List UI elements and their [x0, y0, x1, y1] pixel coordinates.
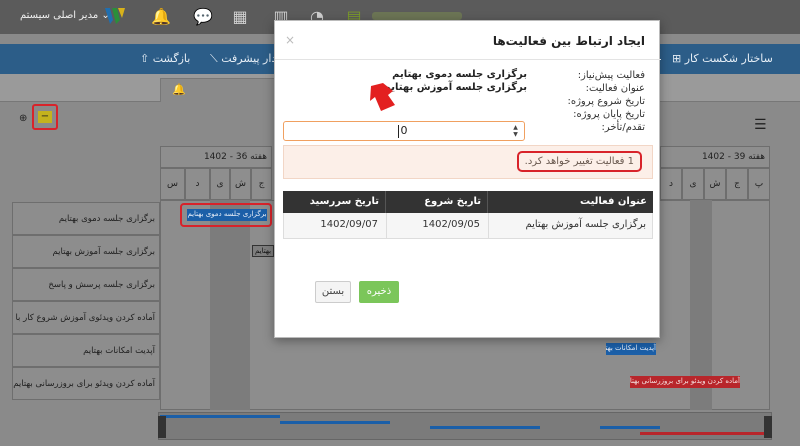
close-icon[interactable]: ×	[285, 33, 295, 47]
day-header: پ	[748, 168, 770, 200]
close-button[interactable]: بستن	[315, 281, 351, 303]
logo-icon[interactable]	[104, 6, 126, 26]
dialog-title: ایجاد ارتباط بین فعالیت‌ها	[492, 34, 645, 48]
navigator-bar	[430, 426, 540, 429]
hierarchy-icon: ⊞	[672, 52, 682, 65]
row-label[interactable]: برگزاری جلسه دموی بهتایم	[12, 202, 160, 235]
day-header: س	[160, 168, 185, 200]
gantt-bar-training[interactable]: بهتایم	[252, 245, 274, 257]
calendar-icon[interactable]: ▦	[229, 6, 251, 28]
notification-icon[interactable]: 🔔	[172, 83, 186, 96]
user-name: مدیر اصلی سیستم	[20, 10, 99, 21]
col-due: تاریخ سررسید	[309, 196, 379, 207]
number-stepper[interactable]: ▲ ▼	[511, 124, 520, 138]
app-window: ⌄ مدیر اصلی سیستم 🔔 💬 ▦ ▥ ◔ ▤ بازگشت ⇧ ن…	[0, 0, 800, 446]
activity-label: عنوان فعالیت:	[585, 83, 645, 94]
lag-label: تقدم/تأخر:	[601, 122, 645, 133]
gantt-bar-update[interactable]: آپدیت امکانات بهتایم	[606, 343, 656, 355]
day-header: ج	[251, 168, 272, 200]
column-divider	[487, 191, 488, 213]
start-date-label: تاریخ شروع پروژه:	[567, 96, 645, 107]
column-divider	[385, 191, 386, 213]
user-menu[interactable]: ⌄ مدیر اصلی سیستم	[20, 10, 110, 21]
navigator-handle-left[interactable]	[158, 416, 166, 438]
col-title: عنوان فعالیت	[580, 196, 647, 207]
divider	[275, 59, 661, 60]
navigator-handle-right[interactable]	[764, 416, 772, 438]
day-header: ش	[230, 168, 251, 200]
end-date-label: تاریخ پایان پروژه:	[573, 109, 645, 120]
navigator-bar	[640, 432, 766, 435]
table-row: برگزاری جلسه آموزش بهتایم 1402/09/05 140…	[283, 213, 653, 239]
menu-icon[interactable]: ☰	[754, 117, 767, 133]
column-divider	[386, 213, 387, 238]
gantt-bar-demo[interactable]: برگزاری جلسه دموی بهتایم	[187, 209, 267, 221]
cell-start: 1402/09/05	[422, 219, 480, 230]
minus-icon: −	[38, 111, 52, 123]
row-label[interactable]: آماده کردن ویدئو برای بروزرسانی بهتایم	[12, 367, 160, 400]
day-header: ی	[682, 168, 704, 200]
save-button[interactable]: ذخیره	[359, 281, 399, 303]
chat-icon[interactable]: 💬	[192, 6, 214, 28]
create-link-dialog: ایجاد ارتباط بین فعالیت‌ها × فعالیت پیش‌…	[274, 20, 661, 338]
line-chart-icon: ⟋	[210, 52, 218, 65]
change-warning-text: 1 فعالیت تغییر خواهد کرد.	[516, 151, 642, 172]
weekend-column	[210, 200, 250, 410]
cell-title: برگزاری جلسه آموزش بهتایم	[525, 219, 646, 230]
navigator-bar	[160, 415, 280, 418]
predecessor-value: برگزاری جلسه دموی بهتایم	[392, 69, 527, 80]
gantt-bar-video[interactable]: آماده کردن ویدئو برای بروزرسانی بهتایم	[630, 376, 740, 388]
back-link[interactable]: بازگشت ⇧	[140, 52, 190, 65]
header-hint-text	[372, 12, 462, 20]
nav-wbs-label: ساختار شکست کار	[684, 52, 773, 65]
row-label[interactable]: آپدیت امکانات بهتایم	[12, 334, 160, 367]
day-header: ج	[726, 168, 748, 200]
day-header: ی	[210, 168, 230, 200]
cell-due: 1402/09/07	[320, 219, 378, 230]
column-divider	[488, 213, 489, 238]
week-header-left: هفته 36 - 1402	[160, 146, 272, 168]
bell-icon[interactable]: 🔔	[150, 6, 172, 28]
stepper-down-icon[interactable]: ▼	[511, 131, 520, 138]
row-label[interactable]: برگزاری جلسه آموزش بهتایم	[12, 235, 160, 268]
row-label[interactable]: آماده کردن ویدئوی آموزش شروع کار با بهتا…	[12, 301, 160, 334]
row-label[interactable]: برگزاری جلسه پرسش و پاسخ	[12, 268, 160, 301]
upload-icon: ⇧	[140, 52, 150, 65]
week-header-right: هفته 39 - 1402	[660, 146, 770, 168]
arrow-pointer-icon	[370, 83, 395, 111]
affected-table-header: عنوان فعالیت تاریخ شروع تاریخ سررسید	[283, 191, 653, 213]
navigator-bar	[600, 426, 660, 429]
wbs-link[interactable]: ساختار شکست کار ⊞	[672, 52, 773, 65]
zoom-out-button[interactable]: −	[32, 104, 58, 130]
activity-value: برگزاری جلسه آموزش بهتایم	[383, 82, 527, 93]
lag-input[interactable]: 0 ▲ ▼	[283, 121, 525, 141]
change-warning: 1 فعالیت تغییر خواهد کرد.	[283, 145, 653, 179]
day-header: د	[660, 168, 682, 200]
nav-back-label: بازگشت	[152, 52, 191, 65]
zoom-in-icon[interactable]: ⊕	[19, 113, 27, 124]
text-caret	[398, 125, 399, 138]
col-start: تاریخ شروع	[424, 196, 481, 207]
lag-input-value: 0	[400, 124, 408, 137]
day-header: د	[185, 168, 210, 200]
stepper-up-icon[interactable]: ▲	[511, 124, 520, 131]
day-header: ش	[704, 168, 726, 200]
navigator-bar	[280, 421, 390, 424]
predecessor-label: فعالیت پیش‌نیاز:	[577, 70, 645, 81]
